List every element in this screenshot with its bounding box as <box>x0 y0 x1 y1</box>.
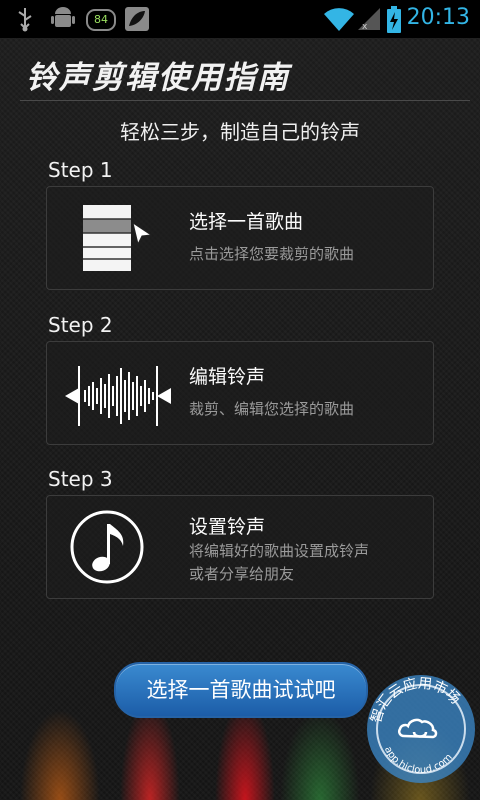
wifi-icon <box>324 8 354 31</box>
status-bar: 84 x 20:13 <box>0 0 480 38</box>
page-title: 铃声剪辑使用指南 <box>26 60 290 96</box>
step-1-card[interactable]: 选择一首歌曲 点击选择您要裁剪的歌曲 <box>46 186 434 290</box>
waveform-icon <box>65 366 171 426</box>
leaf-icon <box>125 7 149 31</box>
page-subtitle: 轻松三步，制造自己的铃声 <box>120 120 360 144</box>
step-3-title: 设置铃声 <box>189 516 266 538</box>
step-3-label: Step 3 <box>48 467 113 491</box>
battery-icon <box>387 6 401 33</box>
battery-badge-value: 84 <box>94 13 108 26</box>
signal-icon: x <box>358 8 380 32</box>
step-3-card[interactable]: 设置铃声 将编辑好的歌曲设置成铃声 或者分享给朋友 <box>46 495 434 599</box>
step-1-desc: 点击选择您要裁剪的歌曲 <box>189 245 355 263</box>
hicloud-watermark-icon: 智汇云应用市场 app.hicloud.com <box>367 675 475 783</box>
svg-text:x: x <box>362 22 368 32</box>
step-3-desc-line-2: 或者分享给朋友 <box>189 565 295 583</box>
try-select-song-button[interactable]: 选择一首歌曲试试吧 <box>114 662 368 718</box>
step-3-desc: 将编辑好的歌曲设置成铃声 或者分享给朋友 <box>189 540 369 586</box>
step-1-label: Step 1 <box>48 158 113 182</box>
battery-badge-icon: 84 <box>86 9 116 31</box>
status-time: 20:13 <box>406 5 470 30</box>
title-divider <box>20 100 470 101</box>
usb-icon <box>18 8 32 32</box>
song-list-icon <box>83 205 153 271</box>
step-2-title: 编辑铃声 <box>189 366 266 388</box>
music-note-icon <box>70 510 144 584</box>
step-1-title: 选择一首歌曲 <box>189 211 304 233</box>
step-2-label: Step 2 <box>48 313 113 337</box>
step-2-card[interactable]: 编辑铃声 裁剪、编辑您选择的歌曲 <box>46 341 434 445</box>
step-3-desc-line-1: 将编辑好的歌曲设置成铃声 <box>189 542 370 560</box>
android-debug-icon <box>51 7 75 27</box>
step-2-desc: 裁剪、编辑您选择的歌曲 <box>189 400 355 418</box>
